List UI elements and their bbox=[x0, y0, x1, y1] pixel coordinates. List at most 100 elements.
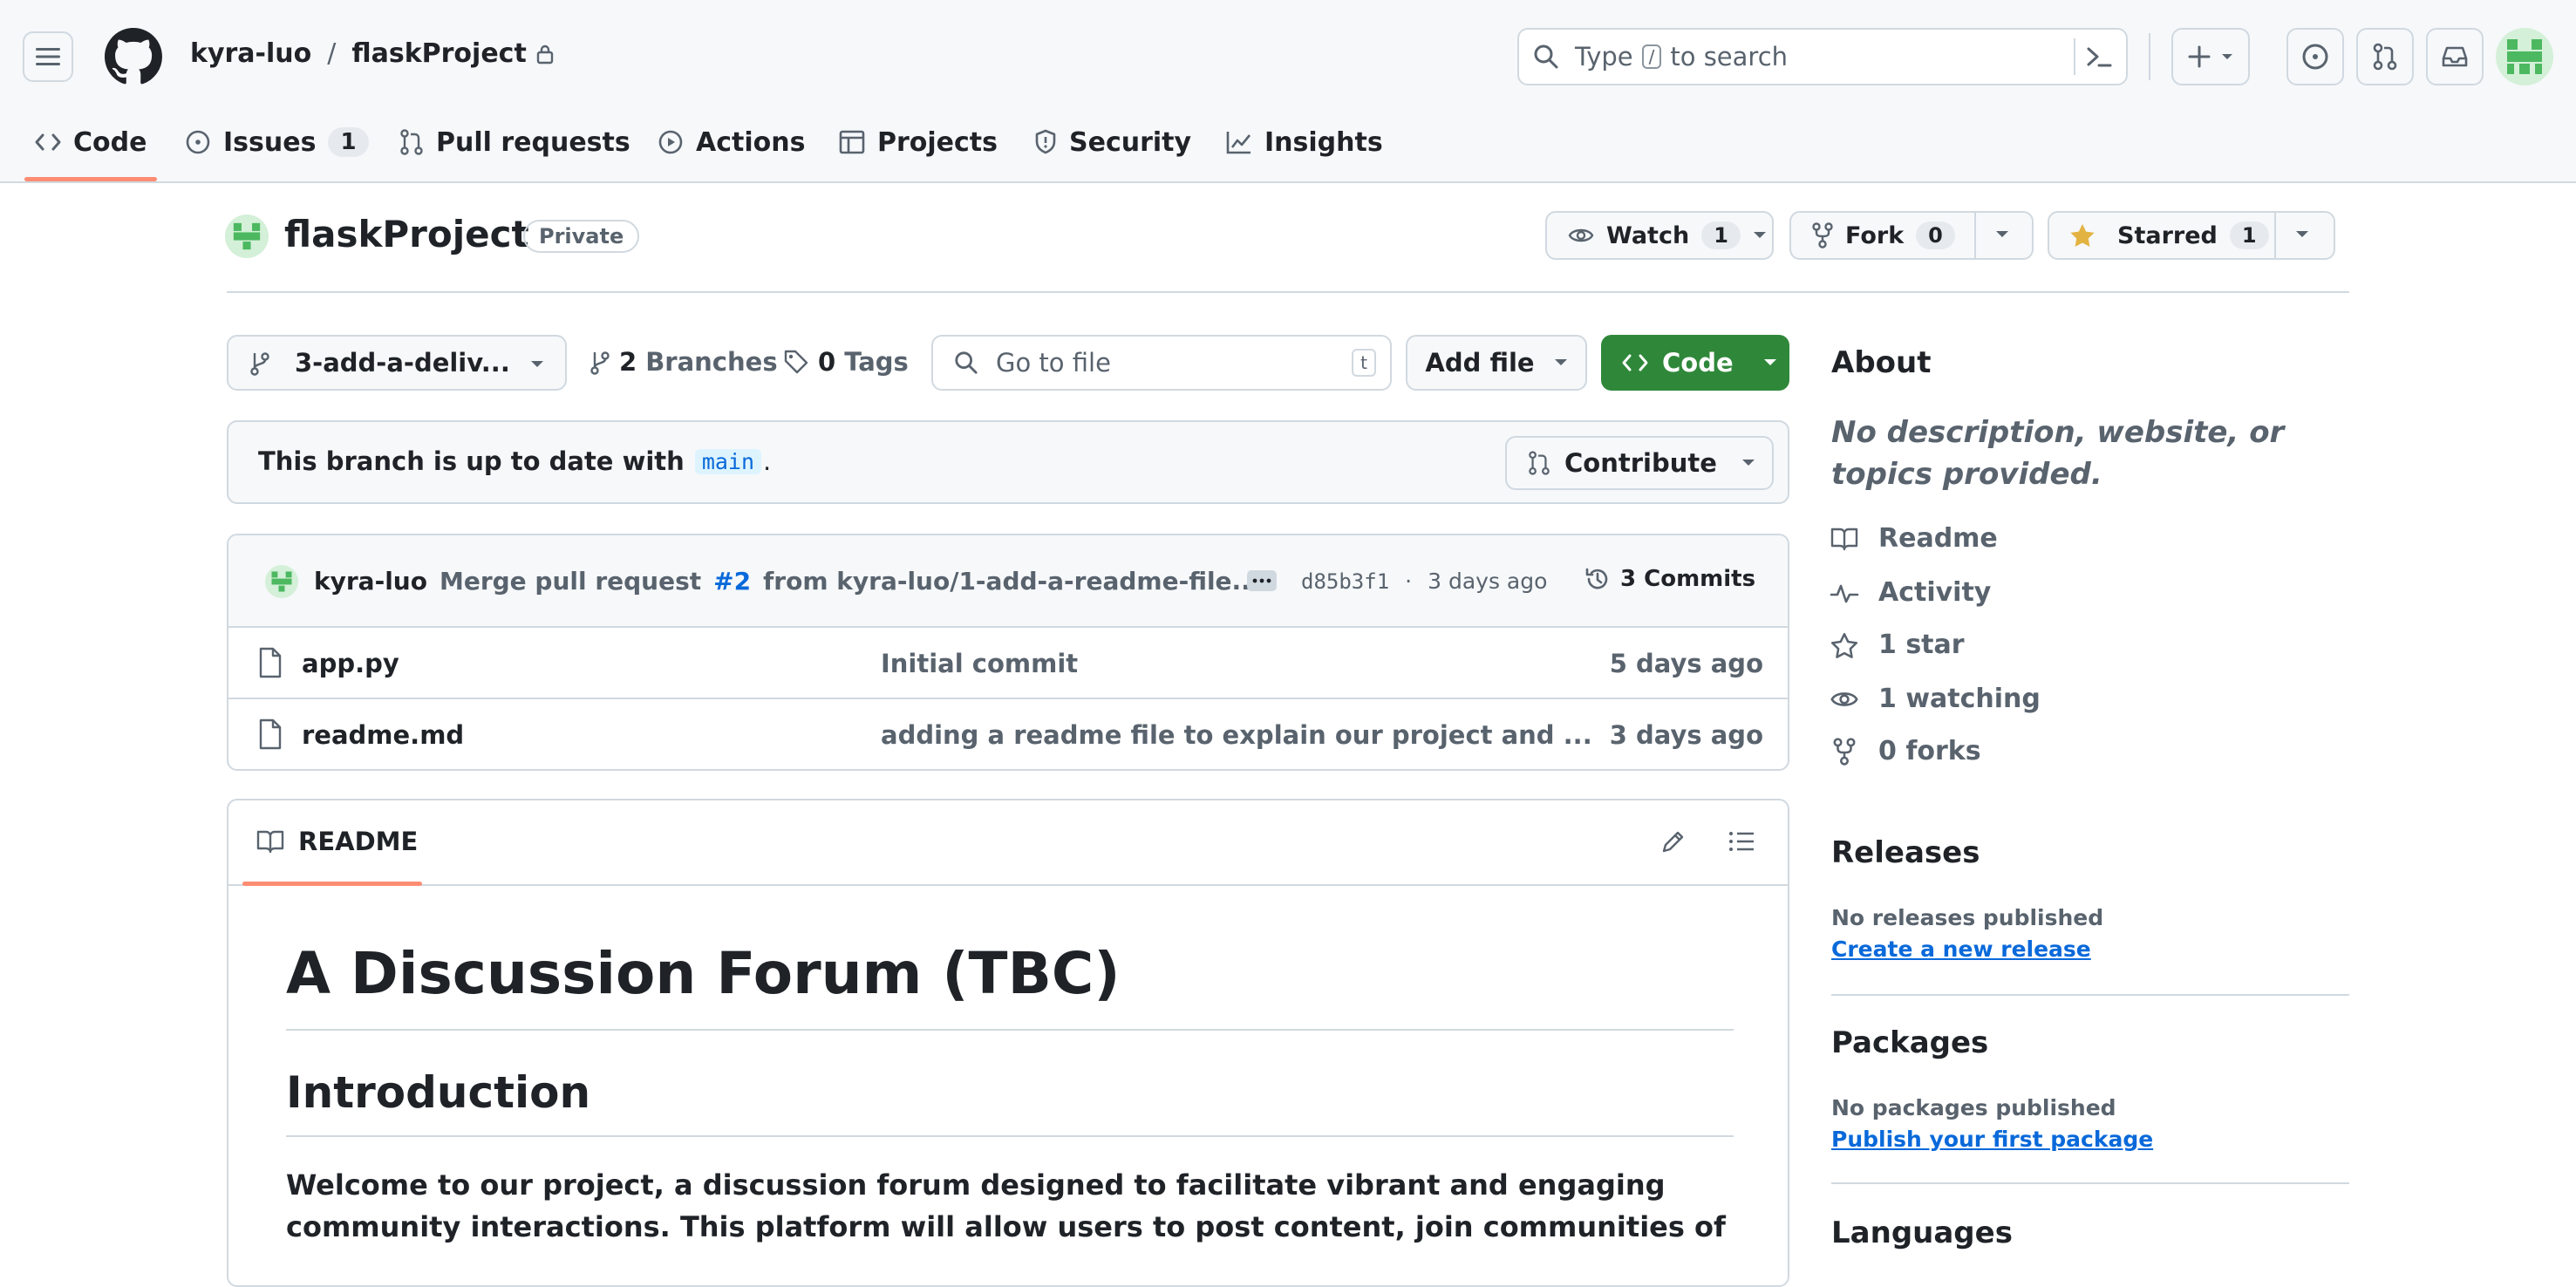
caret-down-icon[interactable] bbox=[1995, 230, 2009, 239]
branch-status-message: This branch is up to date with bbox=[258, 446, 685, 476]
releases-title[interactable]: Releases bbox=[1831, 835, 1980, 870]
book-icon bbox=[256, 829, 284, 854]
commit-expand-button[interactable] bbox=[1247, 570, 1277, 591]
star-fill-icon bbox=[2068, 222, 2096, 249]
tab-insights-label: Insights bbox=[1264, 126, 1383, 158]
add-file-button[interactable]: Add file bbox=[1406, 335, 1587, 391]
search-placeholder-prefix: Type bbox=[1575, 42, 1633, 72]
go-to-file-input[interactable]: Go to file t bbox=[931, 335, 1392, 391]
readme-heading: A Discussion Forum (TBC) bbox=[286, 940, 1121, 1007]
code-button-label: Code bbox=[1662, 348, 1734, 378]
code-icon bbox=[35, 132, 61, 153]
file-commit-message[interactable]: Initial commit bbox=[881, 649, 1078, 678]
book-icon bbox=[1830, 527, 1859, 551]
search-icon bbox=[1533, 44, 1559, 70]
go-to-file-key-hint: t bbox=[1352, 349, 1376, 377]
branches-link[interactable]: 2 Branches bbox=[589, 347, 778, 377]
contribute-button[interactable]: Contribute bbox=[1505, 436, 1774, 490]
commit-author-avatar[interactable] bbox=[265, 565, 298, 598]
file-icon bbox=[258, 647, 283, 678]
about-stars[interactable]: 1 star bbox=[1830, 630, 1965, 660]
file-commit-message[interactable]: adding a readme file to explain our proj… bbox=[881, 720, 1592, 750]
tab-issues[interactable]: Issues 1 bbox=[185, 120, 369, 164]
shield-icon bbox=[1034, 129, 1057, 155]
menu-button[interactable] bbox=[23, 31, 73, 82]
issues-button[interactable] bbox=[2286, 28, 2344, 85]
owner-link[interactable]: kyra-luo bbox=[190, 38, 311, 69]
create-new-button[interactable] bbox=[2171, 28, 2250, 85]
tags-label: Tags bbox=[844, 347, 909, 377]
list-unordered-icon[interactable] bbox=[1728, 830, 1755, 853]
about-watchers[interactable]: 1 watching bbox=[1830, 684, 2041, 714]
file-row[interactable]: readme.md adding a readme file to explai… bbox=[228, 699, 1788, 769]
tab-actions[interactable]: Actions bbox=[658, 120, 805, 164]
commit-sha[interactable]: d85b3f1 bbox=[1301, 569, 1389, 594]
readme-tab-underline bbox=[242, 882, 422, 886]
commit-message-suffix[interactable]: from kyra-luo/1-add-a-readme-file... bbox=[763, 567, 1259, 596]
caret-down-icon[interactable] bbox=[2295, 230, 2309, 239]
tab-pull-requests[interactable]: Pull requests bbox=[399, 120, 630, 164]
file-row[interactable]: app.py Initial commit 5 days ago bbox=[228, 628, 1788, 699]
tab-projects[interactable]: Projects bbox=[839, 120, 998, 164]
commit-message: kyra-luo Merge pull request #2 from kyra… bbox=[314, 567, 1259, 596]
watch-label: Watch bbox=[1606, 221, 1690, 249]
commits-link[interactable]: 3 Commits bbox=[1584, 565, 1755, 593]
publish-package-link[interactable]: Publish your first package bbox=[1831, 1127, 2153, 1152]
search-key-hint: / bbox=[1641, 44, 1662, 69]
watch-button[interactable]: Watch 1 bbox=[1545, 211, 1774, 260]
repo-title[interactable]: flaskProject bbox=[284, 213, 529, 255]
hamburger-icon bbox=[36, 46, 60, 67]
readme-tab[interactable]: README bbox=[256, 827, 418, 856]
caret-down-icon bbox=[1763, 358, 1777, 367]
star-icon bbox=[1830, 631, 1859, 659]
pencil-icon[interactable] bbox=[1660, 828, 1687, 855]
readme-subheading-rule bbox=[286, 1135, 1734, 1137]
about-forks[interactable]: 0 forks bbox=[1830, 736, 1981, 766]
readme-paragraph-line: community interactions. This platform wi… bbox=[286, 1210, 1726, 1243]
readme-paragraph-line: Welcome to our project, a discussion for… bbox=[286, 1168, 1666, 1202]
create-release-link[interactable]: Create a new release bbox=[1831, 936, 2091, 962]
commit-author[interactable]: kyra-luo bbox=[314, 567, 427, 596]
tab-active-underline bbox=[24, 177, 157, 181]
code-button[interactable]: Code bbox=[1601, 335, 1789, 391]
repo-link[interactable]: flaskProject bbox=[351, 38, 526, 69]
inbox-icon bbox=[2441, 44, 2469, 69]
branch-selector[interactable]: 3-add-a-deliv... bbox=[227, 335, 567, 391]
play-icon bbox=[658, 129, 684, 155]
git-pull-request-icon bbox=[2372, 43, 2398, 71]
issues-counter: 1 bbox=[328, 127, 369, 157]
tags-link[interactable]: 0 Tags bbox=[783, 347, 909, 377]
tab-insights[interactable]: Insights bbox=[1226, 120, 1383, 164]
tab-security[interactable]: Security bbox=[1034, 120, 1191, 164]
about-readme[interactable]: Readme bbox=[1830, 523, 1998, 554]
contribute-label: Contribute bbox=[1564, 448, 1717, 478]
breadcrumb-separator: / bbox=[327, 38, 337, 69]
breadcrumb: kyra-luo / flaskProject bbox=[190, 38, 555, 69]
search-input[interactable]: Type / to search bbox=[1517, 28, 2128, 85]
file-name[interactable]: readme.md bbox=[302, 720, 464, 750]
tab-code[interactable]: Code bbox=[35, 120, 147, 164]
inbox-button[interactable] bbox=[2426, 28, 2484, 85]
tab-issues-label: Issues bbox=[223, 126, 317, 158]
watch-count: 1 bbox=[1701, 221, 1741, 249]
fork-button[interactable]: Fork 0 bbox=[1789, 211, 2034, 260]
file-name[interactable]: app.py bbox=[302, 649, 399, 678]
packages-title[interactable]: Packages bbox=[1831, 1025, 1988, 1060]
tab-projects-label: Projects bbox=[877, 126, 998, 158]
readme-subheading: Introduction bbox=[286, 1067, 591, 1118]
pull-requests-button[interactable] bbox=[2356, 28, 2414, 85]
user-avatar[interactable] bbox=[2496, 28, 2553, 85]
command-palette-icon[interactable] bbox=[2086, 44, 2112, 69]
github-logo-icon[interactable] bbox=[105, 28, 162, 85]
starred-button[interactable]: Starred 1 bbox=[2048, 211, 2335, 260]
commits-label: 3 Commits bbox=[1620, 566, 1756, 592]
star-divider bbox=[2274, 213, 2276, 258]
commit-pr-link[interactable]: #2 bbox=[713, 567, 751, 596]
commit-message-prefix[interactable]: Merge pull request bbox=[440, 567, 701, 596]
repo-owner-avatar[interactable] bbox=[225, 214, 269, 258]
about-activity[interactable]: Activity bbox=[1830, 577, 1991, 608]
base-branch-link[interactable]: main bbox=[694, 448, 762, 474]
about-watchers-label: 1 watching bbox=[1878, 684, 2041, 714]
commit-time: 3 days ago bbox=[1428, 569, 1548, 594]
eye-icon bbox=[1568, 226, 1594, 245]
